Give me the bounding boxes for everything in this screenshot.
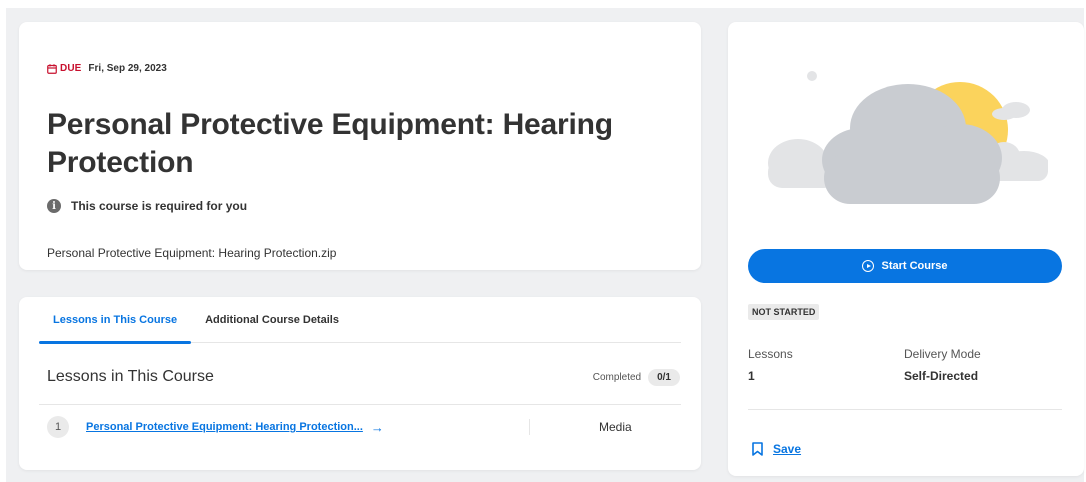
attachment-name: Personal Protective Equipment: Hearing P… [47,246,337,260]
lessons-meta-value: 1 [748,369,755,383]
tab-lessons[interactable]: Lessons in This Course [39,297,192,344]
tab-bar: Lessons in This Course Additional Course… [39,297,681,344]
completed-indicator: Completed 0/1 [593,369,680,386]
due-label: DUE [60,63,82,74]
due-row: DUE Fri, Sep 29, 2023 [47,63,167,74]
lessons-meta: Lessons 1 [748,347,793,383]
lesson-link[interactable]: Personal Protective Equipment: Hearing P… [86,421,363,433]
weather-illustration [768,71,1048,204]
tab-additional-details[interactable]: Additional Course Details [191,297,353,343]
delivery-meta: Delivery Mode Self-Directed [904,347,981,383]
completed-label: Completed [592,372,642,383]
due-date: Fri, Sep 29, 2023 [88,63,167,74]
save-button[interactable]: Save [752,442,801,456]
lessons-heading: Lessons in This Course [47,368,214,385]
info-icon: i [47,199,61,213]
course-side-card: Start Course NOT STARTED Lessons 1 Deliv… [728,22,1084,476]
required-text: This course is required for you [71,199,248,213]
lessons-divider [39,404,681,405]
start-course-label: Start Course [881,260,948,272]
column-separator [529,419,530,435]
required-notice: i This course is required for you [47,199,247,213]
bookmark-icon [752,442,763,456]
start-course-button[interactable]: Start Course [748,249,1062,283]
lesson-row: 1 Personal Protective Equipment: Hearing… [47,413,675,441]
play-circle-icon [862,260,875,272]
delivery-meta-label: Delivery Mode [904,347,981,361]
due-badge: DUE [47,63,81,74]
calendar-icon [47,63,57,74]
lessons-meta-label: Lessons [748,347,793,361]
meta-divider [748,409,1062,410]
save-label: Save [773,442,802,456]
completed-count: 0/1 [648,369,680,386]
status-badge: NOT STARTED [748,304,820,320]
course-header-card: DUE Fri, Sep 29, 2023 Personal Protectiv… [19,22,701,270]
lessons-card: Lessons in This Course Additional Course… [19,297,701,470]
arrow-right-icon[interactable]: → [371,420,384,435]
lesson-number: 1 [47,416,69,438]
page-title: Personal Protective Equipment: Hearing P… [47,108,613,179]
delivery-meta-value: Self-Directed [904,369,979,383]
lesson-type: Media [599,420,632,434]
page-background: DUE Fri, Sep 29, 2023 Personal Protectiv… [6,8,1084,482]
